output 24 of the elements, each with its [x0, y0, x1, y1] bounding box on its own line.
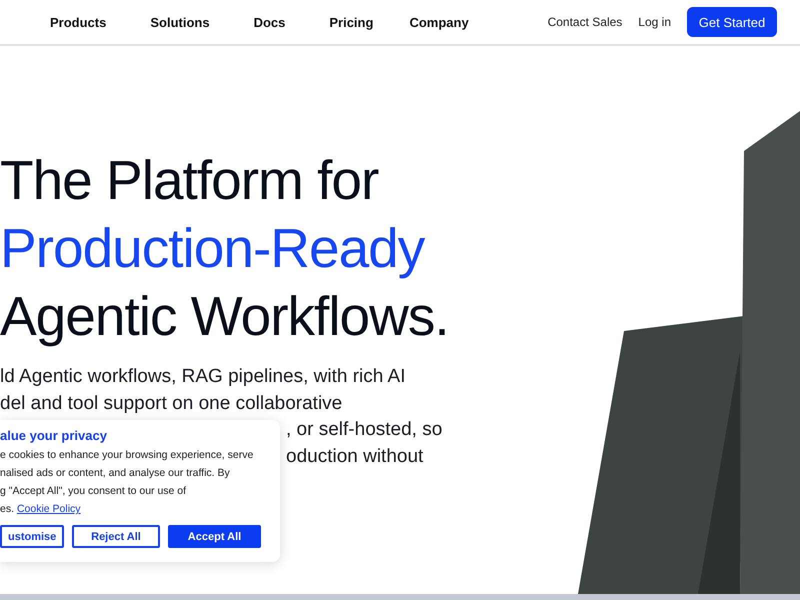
- hero-heading-line: Production-Ready: [0, 216, 424, 281]
- cookie-button[interactable]: Reject All: [72, 525, 160, 548]
- hero-body-line: , or self-hosted, so: [286, 418, 442, 442]
- nav-link[interactable]: Pricing: [329, 14, 374, 30]
- cookie-text-line: es.: [0, 503, 16, 515]
- cookie-title: alue your privacy: [0, 428, 108, 443]
- cookie-text-line: nalised ads or content, and analyse our traffic. By: [0, 466, 231, 481]
- nav-link[interactable]: Solutions: [150, 14, 210, 30]
- cookie-button[interactable]: Accept All: [168, 525, 261, 548]
- contact-sales-link[interactable]: Contact Sales: [548, 15, 622, 29]
- login-link[interactable]: Log in: [638, 15, 671, 29]
- hero-body-line: oduction without: [286, 444, 424, 468]
- hero-heading-line: The Platform for: [0, 148, 378, 213]
- nav-link[interactable]: Docs: [254, 14, 286, 30]
- get-started-button[interactable]: Get Started: [687, 7, 777, 37]
- hero-body-line: ld Agentic workflows, RAG pipelines, with rich AI: [0, 365, 406, 389]
- nav-link[interactable]: Company: [409, 14, 469, 30]
- cookie-text-line: g "Accept All", you consent to our use of: [0, 484, 188, 499]
- nav-link[interactable]: Products: [50, 14, 106, 30]
- hero-heading-line: Agentic Workflows.: [0, 284, 449, 349]
- cookie-policy-link[interactable]: Cookie Policy: [16, 503, 81, 515]
- cookie-text-line: e cookies to enhance your browsing experience, serve: [0, 448, 254, 463]
- cookie-button[interactable]: ustomise: [0, 525, 64, 548]
- hero-body-line: del and tool support on one collaborative: [0, 392, 342, 416]
